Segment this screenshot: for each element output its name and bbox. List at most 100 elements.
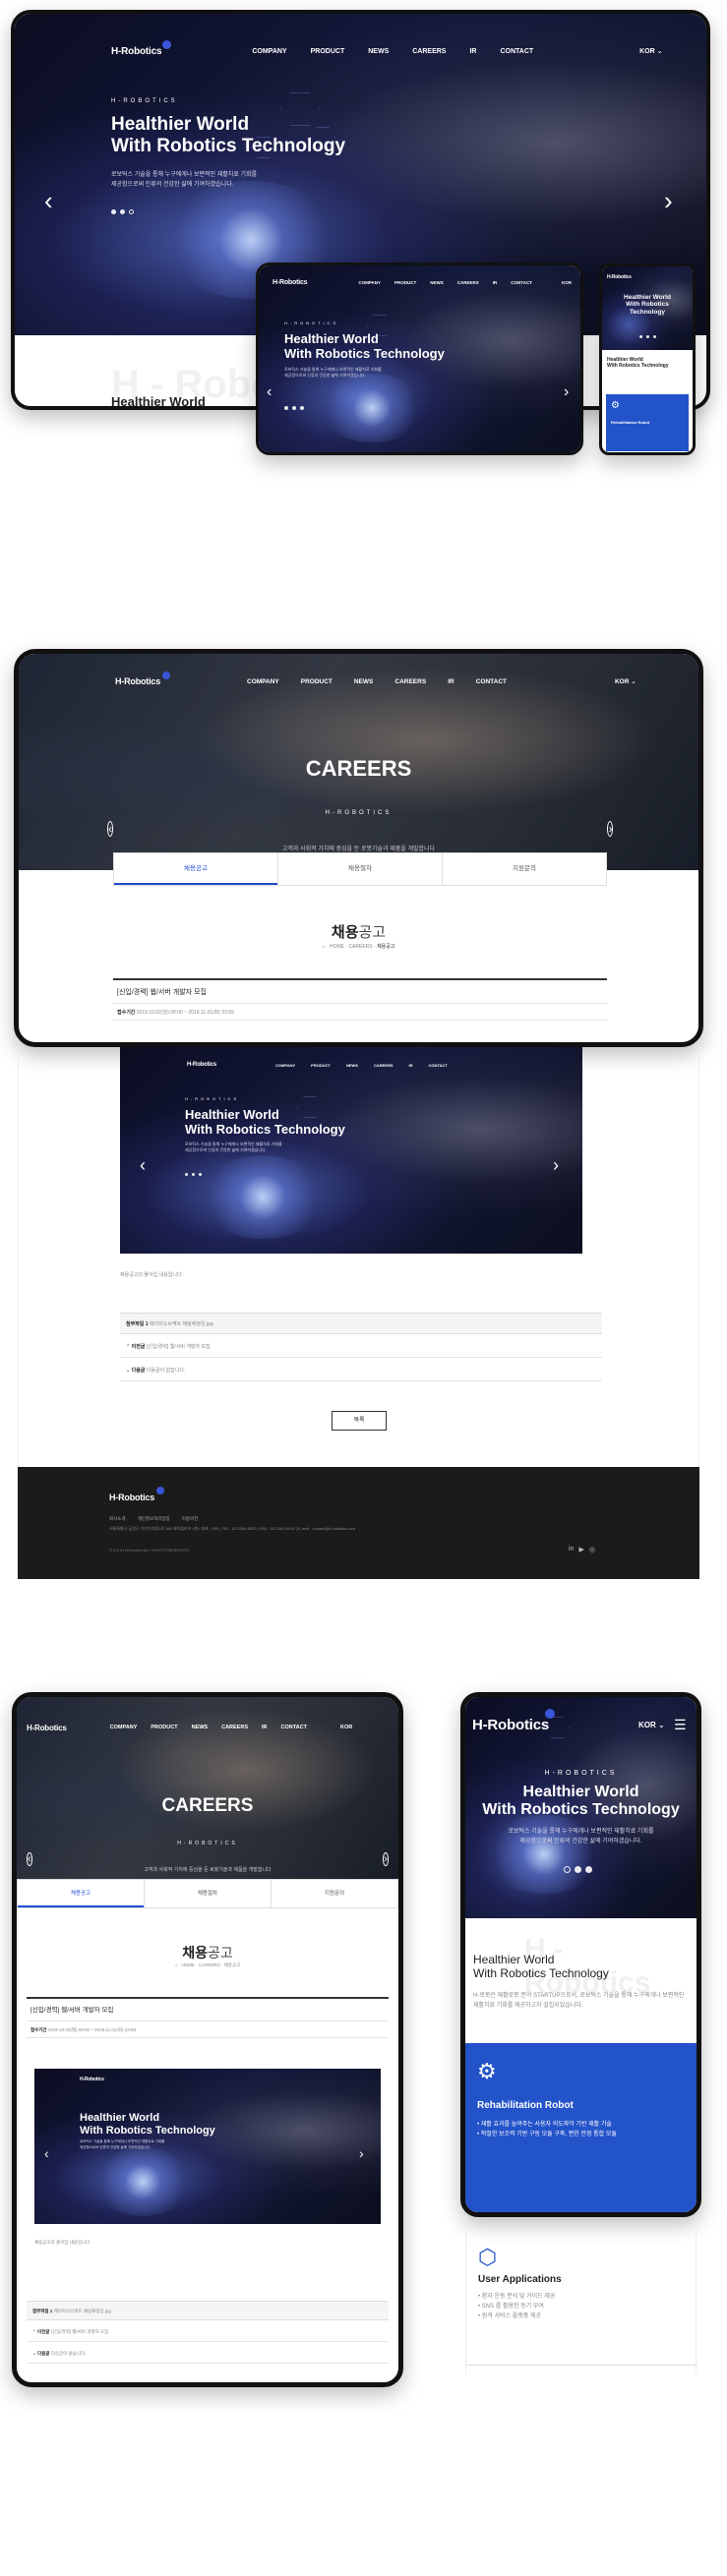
careers-banner: H-Robotics COMPANY PRODUCT NEWS CAREERS … xyxy=(17,1697,398,1879)
tab-inquiry[interactable]: 지원문의 xyxy=(442,853,606,885)
hero-pager[interactable] xyxy=(639,335,656,338)
tab-jobs[interactable]: 채용공고 xyxy=(18,1880,144,1907)
prev-post-row[interactable]: ⌃ 이전글 [신입/경력] 웹/서버 개발자 모집 xyxy=(120,1336,602,1358)
tab-process[interactable]: 채용절차 xyxy=(144,1880,271,1907)
nav-product[interactable]: PRODUCT xyxy=(151,1725,177,1730)
prev-arrow-icon[interactable]: ‹ xyxy=(27,1852,32,1866)
hero-pager[interactable] xyxy=(284,406,304,410)
tab-process[interactable]: 채용절차 xyxy=(277,853,442,885)
page-title: 채용공고 xyxy=(182,1945,233,1961)
nav-ir[interactable]: IR xyxy=(262,1725,268,1730)
attachment-row[interactable]: 첨부파일 1 메이저오브젝트 채팅예정임.jpg xyxy=(27,2301,389,2320)
nav-ir[interactable]: IR xyxy=(469,48,476,55)
prev-arrow-icon[interactable]: ‹ xyxy=(107,821,113,837)
nav-news[interactable]: NEWS xyxy=(430,280,444,285)
mobile-continued: ⬡ User Applications • 환자 운동 분석 및 가이드 제공 •… xyxy=(465,2217,697,2374)
careers-desc: 고객과 사회적 가치에 중심을 둔 로봇기술과 제품을 개발합니다 xyxy=(144,1867,272,1873)
linkedin-icon[interactable]: in xyxy=(569,1546,574,1553)
logo: H-Robotics xyxy=(187,1062,216,1068)
hero-desc: 로보틱스 기술을 통해 누구에게나 보편적인 재활치료 기회를 제공함으로써 인류… xyxy=(508,1829,654,1844)
careers-title: CAREERS xyxy=(305,756,412,781)
prev-arrow-icon[interactable]: ‹ xyxy=(267,383,272,401)
section-title: Healthier WorldWith Robotics Technology xyxy=(473,1953,609,1981)
nav-company[interactable]: COMPANY xyxy=(358,280,381,285)
lang-select[interactable]: KOR ⌄ xyxy=(638,1721,665,1729)
nav-news[interactable]: NEWS xyxy=(368,48,389,55)
nav-product[interactable]: PRODUCT xyxy=(394,280,416,285)
post-title: [신입/경력] 웹/서버 개발자 모집 xyxy=(27,2000,389,2021)
nav-company[interactable]: COMPANY xyxy=(252,48,286,55)
careers-banner: H-Robotics COMPANY PRODUCT NEWS CAREERS … xyxy=(19,654,698,870)
nav-contact[interactable]: CONTACT xyxy=(511,280,532,285)
next-arrow-icon: › xyxy=(553,1155,559,1175)
nav-product[interactable]: PRODUCT xyxy=(311,48,345,55)
careers-sub: H-ROBOTICS xyxy=(177,1841,238,1846)
youtube-icon[interactable]: ▶ xyxy=(578,1546,583,1553)
logo[interactable]: H-Robotics xyxy=(115,672,170,686)
hero-eyebrow: H-ROBOTICS xyxy=(544,1770,618,1777)
next-arrow-icon[interactable]: › xyxy=(607,821,614,837)
lang-select[interactable]: KOR xyxy=(340,1725,352,1730)
hero-desc: 로보틱스 기술을 통해 누구에게나 보편적인 재활치료 기회를 제공함으로써 인류… xyxy=(80,2139,165,2149)
hero-title: Healthier World With Robotics Technology xyxy=(185,1107,345,1137)
nav-company[interactable]: COMPANY xyxy=(247,678,279,685)
nav-careers: CAREERS xyxy=(373,1062,394,1068)
next-post-row[interactable]: ⌄ 다음글 다음글이 없습니다. xyxy=(27,2344,389,2364)
footer: H-Robotics 회사소개 개인정보처리방침 이용약관 서울특별시 금천구 … xyxy=(18,1467,699,1579)
next-arrow-icon[interactable]: › xyxy=(383,1852,389,1866)
nav-careers[interactable]: CAREERS xyxy=(394,678,426,685)
nav-ir[interactable]: IR xyxy=(493,280,498,285)
next-post-row[interactable]: ⌄ 다음글 다음글이 없습니다. xyxy=(120,1360,602,1381)
hero-pager[interactable] xyxy=(111,209,134,214)
prev-post-row[interactable]: ⌃ 이전글 [신입/경력] 웹/서버 개발자 모집 xyxy=(27,2322,389,2342)
lang-select[interactable]: KOR xyxy=(562,280,572,285)
next-arrow-icon[interactable]: › xyxy=(564,383,569,401)
rehab-card: ⚙ Rehabilitation Robot xyxy=(606,394,689,451)
footer-link-company[interactable]: 회사소개 xyxy=(109,1516,126,1522)
attachment-row[interactable]: 첨부파일 1 메이저오브젝트 채팅예정임.jpg xyxy=(120,1313,602,1334)
section-title: Healthier WorldWith Robotics Technology xyxy=(607,357,669,369)
hero-title: Healthier World With Robotics Technology xyxy=(284,331,445,361)
breadcrumb: ⌂ · HOME · CAREERS · 채용공고 xyxy=(174,1962,241,1967)
post-text: 채용공고의 풀이입 내용입니다. xyxy=(120,1272,183,1278)
chip-icon: ⚙ xyxy=(477,2059,497,2083)
nav-contact[interactable]: CONTACT xyxy=(500,48,533,55)
tablet-frame-2: H-Robotics COMPANY PRODUCT NEWS CAREERS … xyxy=(12,1692,403,2387)
tab-inquiry[interactable]: 지원문의 xyxy=(271,1880,397,1907)
nav-news[interactable]: NEWS xyxy=(192,1725,209,1730)
instagram-icon[interactable]: ◎ xyxy=(589,1546,595,1553)
footer-copyright: © 2019 H-Robotics ALL RIGHTS RESERVED xyxy=(109,1548,189,1552)
logo[interactable]: H-Robotics xyxy=(607,274,693,280)
nav-company[interactable]: COMPANY xyxy=(110,1725,138,1730)
hero-title: Healthier World With Robotics Technology xyxy=(80,2112,215,2137)
post-body: H-Robotics COMPANY PRODUCT NEWS CAREERS IR CO… xyxy=(18,1047,699,1467)
careers-title: CAREERS xyxy=(161,1795,254,1816)
rehab-card: ⚙ Rehabilitation Robot • 재활 효과를 높여주는 사용자… xyxy=(465,2043,697,2212)
nav-careers[interactable]: CAREERS xyxy=(412,48,446,55)
nav-careers[interactable]: CAREERS xyxy=(221,1725,248,1730)
lang-select[interactable]: KOR ⌄ xyxy=(639,47,662,55)
nav-contact[interactable]: CONTACT xyxy=(476,678,507,685)
nav-product: PRODUCT xyxy=(311,1062,331,1068)
lang-select[interactable]: KOR ⌄ xyxy=(615,677,636,685)
nav-news[interactable]: NEWS xyxy=(354,678,374,685)
desktop-frame-2: H-Robotics COMPANY PRODUCT NEWS CAREERS … xyxy=(14,649,703,1047)
nav-careers[interactable]: CAREERS xyxy=(457,280,479,285)
nav-contact[interactable]: CONTACT xyxy=(281,1725,307,1730)
hero-eyebrow: H-ROBOTICS xyxy=(284,321,339,325)
hero-banner: H-Robotics KOR ⌄ ☰ H-ROBOTICS Healthier … xyxy=(465,1697,697,1918)
apps-list: • 환자 운동 분석 및 가이드 제공 • SNS 를 활용한 동기 부여 • 원격… xyxy=(478,2294,556,2320)
prev-arrow-icon[interactable]: ‹ xyxy=(44,186,53,216)
logo[interactable]: H-Robotics xyxy=(27,1724,67,1732)
footer-link-privacy[interactable]: 개인정보처리방침 xyxy=(138,1516,170,1522)
logo[interactable]: H-Robotics xyxy=(273,279,308,286)
next-arrow-icon[interactable]: › xyxy=(664,186,673,216)
footer-link-terms[interactable]: 이용약관 xyxy=(182,1516,199,1522)
hero-pager[interactable] xyxy=(564,1866,592,1873)
tab-jobs[interactable]: 채용공고 xyxy=(114,853,277,885)
hamburger-icon[interactable]: ☰ xyxy=(674,1717,687,1733)
logo[interactable]: H-Robotics xyxy=(111,39,171,57)
nav-product[interactable]: PRODUCT xyxy=(301,678,333,685)
nav-ir[interactable]: IR xyxy=(448,678,454,685)
list-button[interactable]: 목록 xyxy=(332,1411,387,1431)
